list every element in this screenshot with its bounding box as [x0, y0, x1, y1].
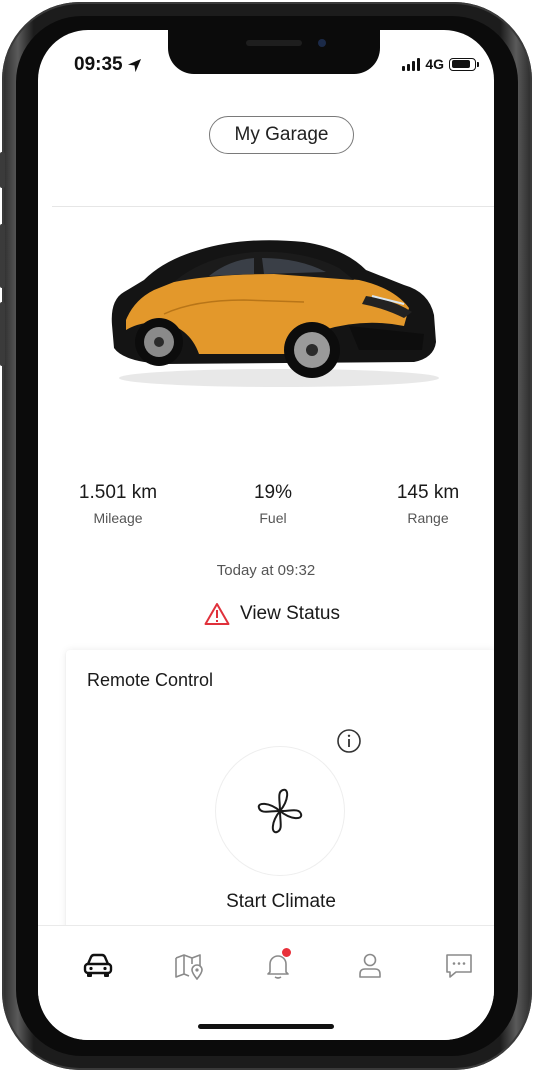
- status-time: 09:35: [74, 54, 142, 76]
- status-time-text: 09:35: [74, 54, 123, 75]
- stat-label: Range: [407, 510, 449, 526]
- tab-notifications[interactable]: [260, 948, 296, 984]
- start-climate-button[interactable]: [215, 746, 345, 876]
- volume-up-button: [0, 224, 5, 288]
- app-screen: 09:35 4G My Garage 1.501 km Mileage 19% …: [38, 30, 494, 1040]
- header-divider: [52, 206, 494, 207]
- home-indicator[interactable]: [198, 1024, 334, 1029]
- status-indicators: 4G: [402, 56, 479, 72]
- chat-icon: [446, 954, 472, 978]
- tab-map[interactable]: [171, 948, 207, 984]
- stat-label: Mileage: [93, 510, 143, 526]
- stat-value: 1.501 km: [78, 482, 158, 503]
- battery-fill: [451, 60, 471, 68]
- car-image: [111, 240, 439, 387]
- stat-mileage: 1.501 km Mileage: [58, 482, 178, 526]
- person-icon: [359, 953, 381, 978]
- notification-badge: [282, 948, 291, 957]
- tab-messages[interactable]: [441, 948, 477, 984]
- signal-icon: [402, 57, 421, 71]
- last-updated-text: Today at 09:32: [216, 562, 316, 579]
- battery-icon: [449, 57, 479, 71]
- location-arrow-icon: [127, 58, 141, 72]
- remote-control-card: Remote Control Start Climate: [66, 650, 494, 950]
- view-status-label: View Status: [240, 603, 340, 624]
- my-garage-button[interactable]: My Garage: [209, 116, 354, 154]
- stat-fuel: 19% Fuel: [213, 482, 333, 526]
- tab-car[interactable]: [80, 948, 116, 984]
- notch: [168, 30, 380, 74]
- vehicle-stats: 1.501 km Mileage 19% Fuel 145 km Range: [58, 482, 488, 526]
- front-camera: [318, 39, 326, 47]
- stat-value: 145 km: [396, 482, 460, 503]
- map-pin-icon: [175, 954, 203, 980]
- stat-value: 19%: [253, 482, 293, 503]
- view-status-link[interactable]: View Status: [204, 602, 340, 626]
- warning-triangle-icon: [204, 603, 230, 625]
- info-icon[interactable]: [336, 728, 362, 754]
- tab-profile[interactable]: [352, 948, 388, 984]
- stat-label: Fuel: [259, 510, 287, 526]
- start-climate-label: Start Climate: [226, 891, 336, 912]
- fan-icon: [257, 788, 303, 834]
- volume-down-button: [0, 302, 5, 366]
- network-type: 4G: [425, 56, 444, 72]
- car-icon: [83, 953, 113, 977]
- speaker-grille: [246, 40, 302, 46]
- remote-control-title: Remote Control: [87, 670, 214, 690]
- stat-range: 145 km Range: [368, 482, 488, 526]
- bottom-tab-bar: [38, 925, 494, 1040]
- mute-switch: [0, 152, 5, 188]
